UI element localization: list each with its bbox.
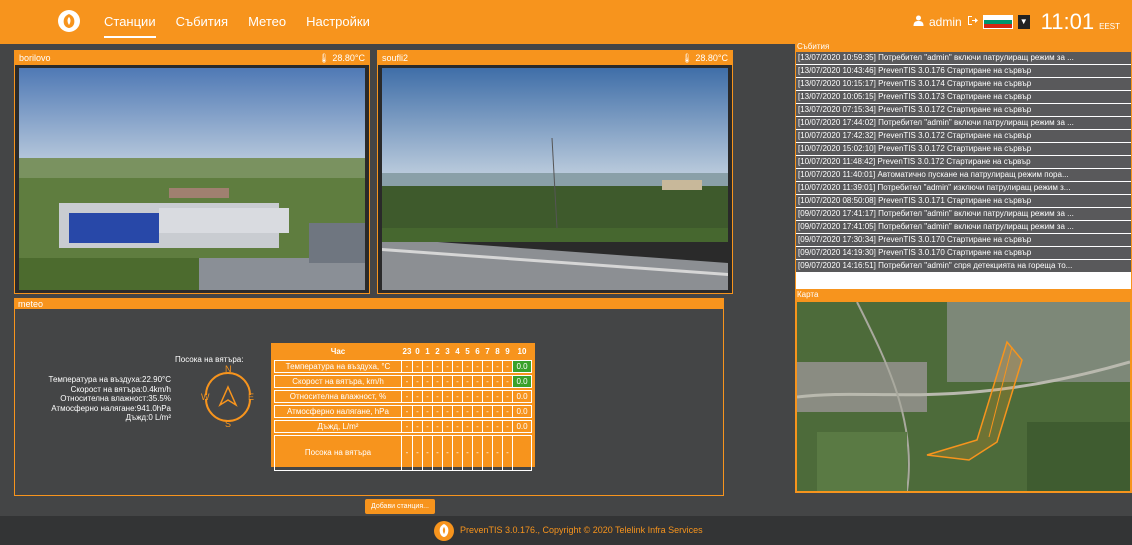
- table-row: Посока на вятъра - - - - - - - - - - -: [274, 435, 532, 471]
- camera-image[interactable]: [19, 68, 365, 290]
- event-item[interactable]: [09/07/2020 14:16:51] Потребител "admin"…: [796, 260, 1131, 273]
- svg-text:N: N: [225, 365, 232, 374]
- logout-icon[interactable]: [967, 13, 978, 31]
- table-cell: 0.0: [512, 390, 532, 403]
- events-title: Събития: [795, 42, 1132, 51]
- reading-wind-speed: Скорост на вятъра:0.4km/h: [70, 384, 171, 394]
- timezone: EEST: [1099, 21, 1120, 31]
- table-row-label: Дъжд, L/m²: [274, 420, 402, 433]
- svg-text:W: W: [201, 392, 210, 402]
- table-hours: 23 0 1 2 3 4 5 6 7 8 9 10: [401, 346, 532, 358]
- camera-panel-borilovo[interactable]: borilovo 🌡 28.80°C: [14, 50, 370, 294]
- event-item[interactable]: [10/07/2020 17:44:02] Потребител "admin"…: [796, 117, 1131, 130]
- table-cell: 0.0: [512, 420, 532, 433]
- wind-direction-arrow-icon: [513, 436, 531, 466]
- footer-copyright: PrevenTIS 3.0.176., Copyright © 2020 Tel…: [460, 525, 703, 535]
- table-row-label: Относителна влажност, %: [274, 390, 402, 403]
- event-item[interactable]: [13/07/2020 10:15:17] PrevenTIS 3.0.174 …: [796, 78, 1131, 91]
- nav-events[interactable]: Събития: [176, 0, 228, 44]
- bulgarian-flag-icon[interactable]: [982, 15, 1013, 29]
- nav-meteo[interactable]: Метео: [248, 0, 286, 44]
- camera-temperature: 🌡 28.80°C: [318, 52, 365, 63]
- user-icon: [913, 13, 924, 31]
- top-navigation-bar: Станции Събития Метео Настройки admin ▼ …: [0, 0, 1132, 44]
- table-cell: 0.0: [512, 360, 532, 373]
- event-item[interactable]: [10/07/2020 11:39:01] Потребител "admin"…: [796, 182, 1131, 195]
- add-station-button[interactable]: Добави станция...: [365, 499, 435, 514]
- table-row: Температура на въздуха, °C - - - - - - - - - - -0.0: [274, 360, 532, 373]
- map-panel: Карта: [795, 290, 1132, 493]
- clock: 11:01: [1040, 9, 1095, 34]
- reading-temperature: Температура на въздуха:22.90°C: [48, 375, 172, 384]
- wind-direction-label: Посока на вятъра:: [175, 355, 244, 364]
- top-right-area: admin ▼ 11:01 EEST: [913, 0, 1120, 44]
- svg-text:S: S: [225, 419, 231, 427]
- event-item[interactable]: [09/07/2020 17:41:05] Потребител "admin"…: [796, 221, 1131, 234]
- event-item[interactable]: [10/07/2020 17:42:32] PrevenTIS 3.0.172 …: [796, 130, 1131, 143]
- reading-rain: Дъжд:0 L/m²: [125, 413, 171, 422]
- camera-header: soufli2 🌡 28.80°C: [378, 51, 732, 65]
- reading-pressure: Атмосферно налягане:941.0hPa: [51, 403, 171, 413]
- event-item[interactable]: [10/07/2020 15:02:10] PrevenTIS 3.0.172 …: [796, 143, 1131, 156]
- table-row: Скорост на вятъра, km/h - - - - - - - - - - -0.0: [274, 375, 532, 388]
- table-header-row: Час 23 0 1 2 3 4 5 6 7 8 9 10: [274, 346, 532, 358]
- camera-name: borilovo: [19, 53, 51, 63]
- table-row: Относителна влажност, % - - - - - - - - - - -0.0: [274, 390, 532, 403]
- user-name[interactable]: admin: [929, 15, 962, 29]
- reading-humidity: Относителна влажност:35.5%: [60, 394, 171, 403]
- table-row-label: Скорост на вятъра, km/h: [274, 375, 402, 388]
- camera-header: borilovo 🌡 28.80°C: [15, 51, 369, 65]
- meteo-readings: Температура на въздуха:22.90°C Скорост н…: [21, 375, 172, 423]
- table-row-label: Атмосферно налягане, hPa: [274, 405, 402, 418]
- hour-cell: 10: [512, 346, 532, 358]
- event-item[interactable]: [10/07/2020 08:50:08] PrevenTIS 3.0.171 …: [796, 195, 1131, 208]
- event-item[interactable]: [10/07/2020 11:48:42] PrevenTIS 3.0.172 …: [796, 156, 1131, 169]
- footer: PrevenTIS 3.0.176., Copyright © 2020 Tel…: [0, 516, 1132, 545]
- meteo-title: meteo: [15, 299, 723, 309]
- table-row-cells: - - - - - - - - - - -0.0: [401, 420, 532, 433]
- camera-panel-soufli2[interactable]: soufli2 🌡 28.80°C: [377, 50, 733, 294]
- table-row-label: Посока на вятъра: [274, 435, 402, 471]
- event-item[interactable]: [09/07/2020 17:30:34] PrevenTIS 3.0.170 …: [796, 234, 1131, 247]
- camera-image[interactable]: [382, 68, 728, 290]
- table-row-cells: - - - - - - - - - - -0.0: [401, 390, 532, 403]
- main-nav: Станции Събития Метео Настройки: [104, 0, 370, 44]
- table-row: Дъжд, L/m² - - - - - - - - - - -0.0: [274, 420, 532, 433]
- camera-name: soufli2: [382, 53, 409, 63]
- table-row-label: Температура на въздуха, °C: [274, 360, 402, 373]
- event-item[interactable]: [13/07/2020 10:59:35] Потребител "admin"…: [796, 52, 1131, 65]
- thermometer-icon: 🌡: [681, 52, 693, 63]
- table-cell: 0.0: [512, 375, 532, 388]
- table-header-hour: Час: [274, 346, 402, 358]
- svg-text:E: E: [248, 392, 254, 402]
- meteo-panel: meteo Температура на въздуха:22.90°C Ско…: [14, 298, 724, 514]
- event-item[interactable]: [13/07/2020 10:43:46] PrevenTIS 3.0.176 …: [796, 65, 1131, 78]
- table-row-cells: - - - - - - - - - - -0.0: [401, 405, 532, 418]
- table-cell: [512, 435, 532, 471]
- map-title: Карта: [795, 290, 1132, 300]
- events-panel: Събития [13/07/2020 10:59:35] Потребител…: [795, 42, 1132, 290]
- compass-icon: N S W E: [201, 364, 255, 432]
- table-row: Атмосферно налягане, hPa - - - - - - - - - - -0.0: [274, 405, 532, 418]
- table-cell: 0.0: [512, 405, 532, 418]
- event-item[interactable]: [13/07/2020 07:15:34] PrevenTIS 3.0.172 …: [796, 104, 1131, 117]
- event-item[interactable]: [09/07/2020 14:19:30] PrevenTIS 3.0.170 …: [796, 247, 1131, 260]
- events-list[interactable]: [13/07/2020 10:59:35] Потребител "admin"…: [795, 51, 1132, 290]
- event-item[interactable]: [10/07/2020 11:40:01] Автоматично пускан…: [796, 169, 1131, 182]
- meteo-hourly-table: Час 23 0 1 2 3 4 5 6 7 8 9 10 Температур…: [271, 343, 535, 471]
- event-item[interactable]: [13/07/2020 10:05:15] PrevenTIS 3.0.173 …: [796, 91, 1131, 104]
- thermometer-icon: 🌡: [318, 52, 330, 63]
- preventis-logo-icon[interactable]: [58, 10, 80, 32]
- table-row-cells: - - - - - - - - - - -0.0: [401, 360, 532, 373]
- nav-stations[interactable]: Станции: [104, 0, 156, 44]
- satellite-map[interactable]: [795, 300, 1132, 493]
- event-item[interactable]: [09/07/2020 17:41:17] Потребител "admin"…: [796, 208, 1131, 221]
- chevron-down-icon[interactable]: ▼: [1017, 15, 1030, 29]
- camera-temperature: 🌡 28.80°C: [681, 52, 728, 63]
- table-row-cells: -----------: [401, 435, 532, 471]
- table-row-cells: - - - - - - - - - - -0.0: [401, 375, 532, 388]
- nav-settings[interactable]: Настройки: [306, 0, 370, 44]
- footer-logo-icon: [434, 521, 454, 541]
